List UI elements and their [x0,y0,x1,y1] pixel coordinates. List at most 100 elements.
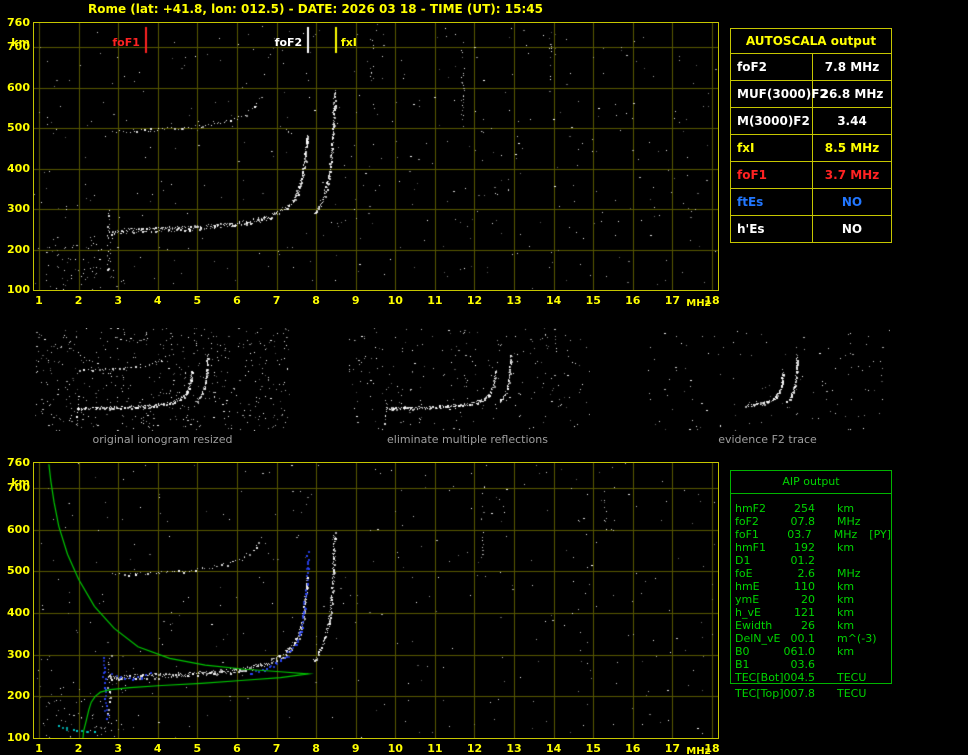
aip-row-label: foF1 [735,528,759,541]
marker-label-foF1: foF1 [112,36,140,49]
y-tick-label-profile: 500 [7,564,30,578]
x-tick-label-main: 3 [114,294,122,307]
aip-row-value: 254 [794,502,815,515]
table-row: hmF2 254 km [731,502,891,515]
y-tick-label-main: 760 [7,16,30,29]
table-row: MUF(3000)F2 26.8 MHz [731,81,891,108]
thumbnail-f2-trace [645,328,890,431]
table-row: foF2 07.8 MHz [731,515,891,528]
aip-row-value: 20 [801,593,815,606]
x-tick-label-main: 2 [74,294,83,307]
thumbnail-caption-3: evidence F2 trace [718,433,817,446]
aip-row-unit: MHz [837,515,861,528]
aip-row-label: hmE [735,580,760,593]
y-tick-label-main: 500 [7,121,30,135]
x-tick-label-main: 15 [585,294,601,307]
marker-label-fxI: fxI [340,36,357,49]
aip-row-value: 2.6 [797,567,816,580]
aip-row-unit: m^(-3) [837,632,877,645]
table-row: foE 2.6 MHz [731,567,891,580]
x-tick-label-profile: 2 [74,742,83,755]
x-tick-label-profile: 3 [114,742,122,755]
x-tick-label-profile: 15 [585,742,601,755]
x-tick-label-profile: 16 [625,742,641,755]
main-ionogram-canvas [34,23,718,290]
y-axis-unit-profile: km [11,476,30,489]
aip-row-label: foE [735,567,753,580]
table-row: hmE 110 km [731,580,891,593]
table-row: TEC[Top] 007.8 TECU [731,687,891,700]
table-row: Ewidth 26 km [731,619,891,632]
y-tick-label-profile: 760 [7,456,30,469]
table-row: D1 01.2 [731,554,891,567]
table-row: M(3000)F2 3.44 [731,108,891,135]
aip-row-unit: km [837,606,855,619]
x-tick-label-profile: 7 [272,742,281,755]
x-tick-label-main: 7 [272,294,281,307]
thumbnail-multiple-reflections-removed [345,328,590,431]
aip-row-extra: [PY] [869,528,891,541]
aip-row-label: hmF2 [735,502,767,515]
y-axis-unit-main: km [11,36,30,49]
aip-row-unit: km [837,645,855,658]
table-row: h'Es NO [731,216,891,242]
aip-row-value: 110 [794,580,815,593]
aip-row-label: foF2 [735,515,759,528]
autoscala-row-value: 3.44 [837,114,867,128]
autoscala-panel-title: AUTOSCALA output [731,29,891,54]
table-row: foF2 7.8 MHz [731,54,891,81]
aip-row-unit: TECU [837,687,867,700]
x-tick-label-profile: 8 [312,742,320,755]
x-tick-label-profile: 6 [233,742,241,755]
x-tick-label-main: 1 [35,294,43,307]
aip-row-unit: km [837,541,855,554]
table-row: hmF1 192 km [731,541,891,554]
aip-row-value: 121 [794,606,815,619]
table-row: ymE 20 km [731,593,891,606]
x-tick-label-main: 11 [427,294,443,307]
aip-row-value: 192 [794,541,815,554]
aip-row-unit: km [837,580,855,593]
table-row: foF1 3.7 MHz [731,162,891,189]
aip-row-label: D1 [735,554,751,567]
autoscala-row-label: foF2 [731,54,813,80]
x-tick-label-main: 8 [312,294,320,307]
aip-row-label: Ewidth [735,619,773,632]
x-tick-label-profile: 11 [427,742,443,755]
table-row: TEC[Bot] 004.5 TECU [731,671,891,684]
aip-row-label: B1 [735,658,750,671]
aip-panel-title: AIP output [731,471,891,494]
autoscala-row-value: 3.7 MHz [824,168,880,182]
autoscala-row-label: M(3000)F2 [731,108,813,134]
table-row: B1 03.6 [731,658,891,671]
x-tick-label-main: 12 [466,294,483,307]
y-tick-label-main: 200 [7,242,30,256]
y-tick-label-main: 400 [7,161,30,175]
x-tick-label-profile: 14 [545,742,562,755]
table-row: h_vE 121 km [731,606,891,619]
autoscala-output-panel: AUTOSCALA output foF2 7.8 MHz MUF(3000)F2 2… [730,28,892,243]
aip-row-label: h_vE [735,606,761,619]
aip-row-value: 004.5 [783,671,816,684]
aip-row-unit: MHz [837,567,861,580]
x-tick-label-profile: 12 [466,742,483,755]
thumbnail-original-ionogram [35,328,290,431]
aip-row-label: TEC[Bot] [735,671,784,684]
table-row: fxI 8.5 MHz [731,135,891,162]
autoscala-row-label: ftEs [731,189,813,215]
aip-row-unit: km [837,593,855,606]
autoscala-row-label: MUF(3000)F2 [731,81,828,107]
x-tick-label-main: 13 [506,294,522,307]
x-tick-label-profile: 10 [387,742,403,755]
aip-row-unit: MHz [833,528,858,541]
aip-footer-row: TEC[Top] 007.8 TECU [731,687,891,700]
aip-row-unit: km [837,619,855,632]
aip-row-label: hmF1 [735,541,767,554]
aip-row-value: 01.2 [790,554,816,567]
table-row: DelN_vE 00.1 m^(-3) [731,632,891,645]
autoscala-window: Rome (lat: +41.8, lon: 012.5) - DATE: 20… [0,0,968,755]
x-tick-label-main: 4 [153,294,162,307]
aip-row-label: B0 [735,645,750,658]
y-tick-label-profile: 600 [7,522,30,536]
thumbnail-caption-1: original ionogram resized [92,433,233,446]
